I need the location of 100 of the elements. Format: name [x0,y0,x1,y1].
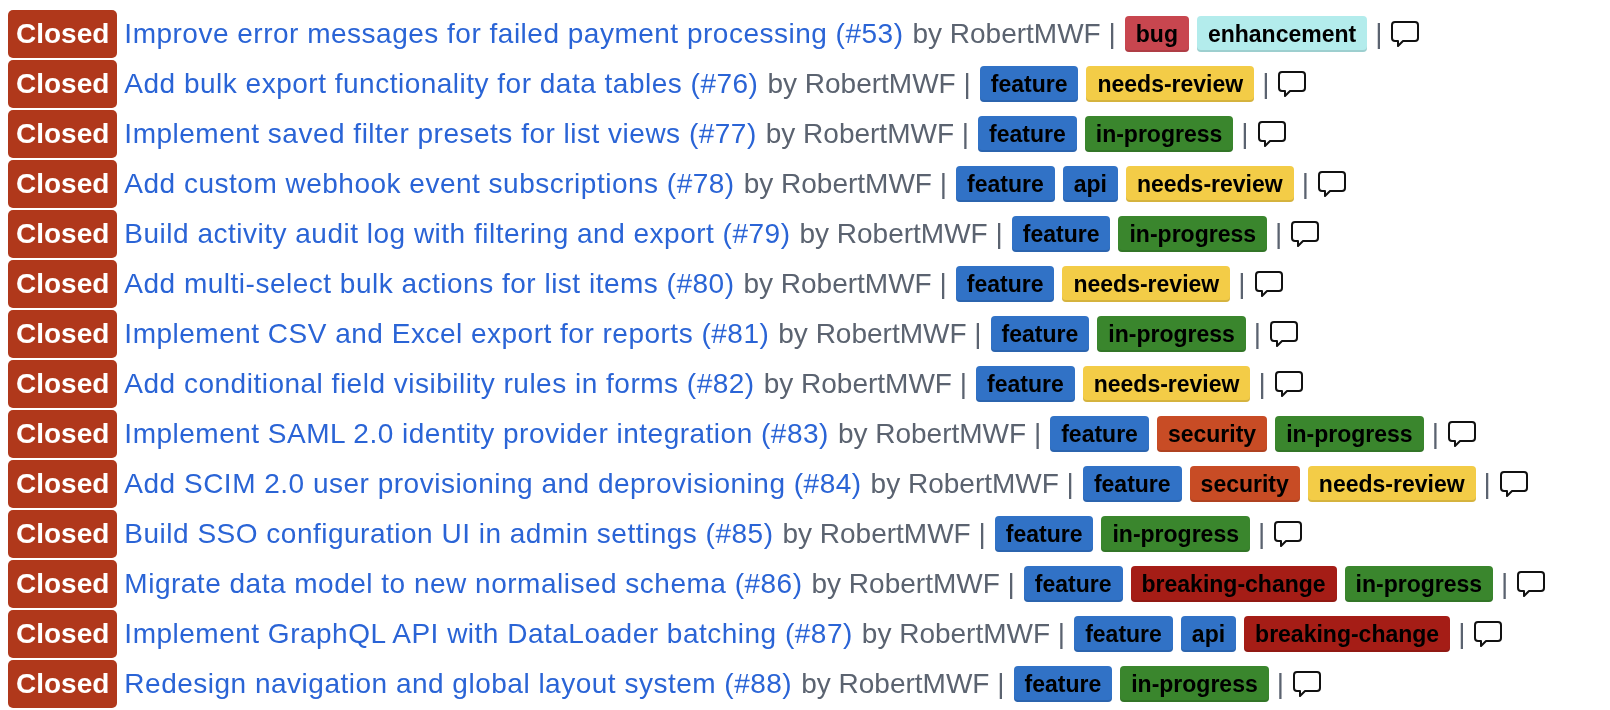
comment-icon[interactable] [1254,271,1283,297]
issue-link[interactable]: Add multi-select bulk actions for list items (#80) [124,268,735,300]
comment-icon[interactable] [1274,521,1303,547]
comment-icon[interactable] [1293,671,1322,697]
label-tag: enhancement [1196,16,1368,52]
comment-icon[interactable] [1447,421,1476,447]
author-text: by RobertMWF | [743,268,947,300]
label-tag: in-progress [1097,316,1246,352]
label-tag: bug [1124,16,1189,52]
comment-icon[interactable] [1291,221,1320,247]
status-badge: Closed [8,110,118,158]
label-tag: needs-review [1307,466,1476,502]
comment-icon[interactable] [1270,321,1299,347]
label-tag: in-progress [1101,516,1250,552]
issue-link[interactable]: Add conditional field visibility rules in forms (#82) [124,368,755,400]
label-tag: breaking-change [1244,616,1451,652]
separator-text: | [1253,318,1262,350]
status-badge: Closed [8,560,118,608]
author-text: by RobertMWF | [765,118,970,150]
status-badge: Closed [8,60,118,108]
status-badge: Closed [8,660,118,708]
comment-icon[interactable] [1517,571,1546,597]
label-tag: needs-review [1082,366,1251,402]
separator-text: | [1458,618,1466,650]
comment-icon[interactable] [1474,621,1503,647]
label-tag: api [1062,166,1118,202]
status-badge: Closed [8,210,118,258]
comment-icon[interactable] [1278,71,1307,97]
label-tag: security [1189,466,1300,502]
separator-text: | [1275,218,1283,250]
author-text: by RobertMWF | [870,468,1074,500]
separator-text: | [1258,518,1266,550]
separator-text: | [1301,168,1309,200]
author-text: by RobertMWF | [837,418,1042,450]
separator-text: | [1431,418,1439,450]
separator-text: | [1276,668,1285,700]
label-tag: in-progress [1118,216,1267,252]
author-text: by RobertMWF | [811,568,1015,600]
issue-link[interactable]: Add custom webhook event subscriptions (#78) [124,168,735,200]
label-tag: api [1180,616,1237,652]
status-badge: Closed [8,460,118,508]
comment-icon[interactable] [1274,371,1303,397]
separator-text: | [1258,368,1266,400]
issue-link[interactable]: Redesign navigation and global layout system (#88) [124,668,793,700]
label-tag: feature [955,266,1055,302]
issue-link[interactable]: Improve error messages for failed payment processing (#53) [124,18,904,50]
label-tag: needs-review [1062,266,1231,302]
status-badge: Closed [8,610,118,658]
author-text: by RobertMWF | [767,68,971,100]
status-badge: Closed [8,360,118,408]
author-text: by RobertMWF | [782,518,986,550]
author-text: by RobertMWF | [743,168,947,200]
separator-text: | [1262,68,1270,100]
author-text: by RobertMWF | [763,368,967,400]
issue-link[interactable]: Implement SAML 2.0 identity provider integration (#83) [124,418,829,450]
author-text: by RobertMWF | [799,218,1003,250]
issue-link[interactable]: Build activity audit log with filtering and export (#79) [124,218,791,250]
label-tag: feature [1050,416,1149,452]
label-tag: breaking-change [1130,566,1337,602]
label-tag: in-progress [1084,116,1234,152]
separator-text: | [1238,268,1246,300]
status-badge: Closed [8,10,118,58]
issue-link[interactable]: Migrate data model to new normalised schema (#86) [124,568,803,600]
label-tag: needs-review [1125,166,1294,202]
author-text: by RobertMWF | [912,18,1116,50]
label-tag: feature [979,66,1079,102]
separator-text: | [1501,568,1509,600]
issue-link[interactable]: Add bulk export functionality for data tables (#76) [124,68,759,100]
comment-icon[interactable] [1257,121,1286,147]
label-tag: feature [956,166,1055,202]
comment-icon[interactable] [1391,21,1420,47]
issue-link[interactable]: Add SCIM 2.0 user provisioning and deprovisioning (#84) [124,468,862,500]
separator-text: | [1375,18,1383,50]
separator-text: | [1241,118,1249,150]
comment-icon[interactable] [1317,171,1346,197]
status-badge: Closed [8,410,118,458]
issue-link[interactable]: Implement GraphQL API with DataLoader batching (#87) [124,618,853,650]
issue-link[interactable]: Implement saved filter presets for list views (#77) [124,118,757,150]
label-tag: feature [976,366,1075,402]
label-tag: feature [1023,566,1123,602]
issue-link[interactable]: Implement CSV and Excel export for reports (#81) [124,318,770,350]
label-tag: feature [1011,216,1111,252]
label-tag: feature [1074,616,1173,652]
separator-text: | [1483,468,1491,500]
status-badge: Closed [8,160,118,208]
label-tag: in-progress [1120,666,1269,702]
status-badge: Closed [8,510,118,558]
label-tag: feature [1082,466,1182,502]
author-text: by RobertMWF | [778,318,982,350]
status-badge: Closed [8,310,118,358]
status-badge: Closed [8,260,118,308]
comment-icon[interactable] [1499,471,1528,497]
author-text: by RobertMWF | [801,668,1005,700]
label-tag: feature [990,316,1090,352]
author-text: by RobertMWF | [861,618,1066,650]
label-tag: needs-review [1086,66,1255,102]
label-tag: security [1156,416,1268,452]
label-tag: in-progress [1344,566,1494,602]
label-tag: feature [994,516,1094,552]
issue-link[interactable]: Build SSO configuration UI in admin settings (#85) [124,518,774,550]
